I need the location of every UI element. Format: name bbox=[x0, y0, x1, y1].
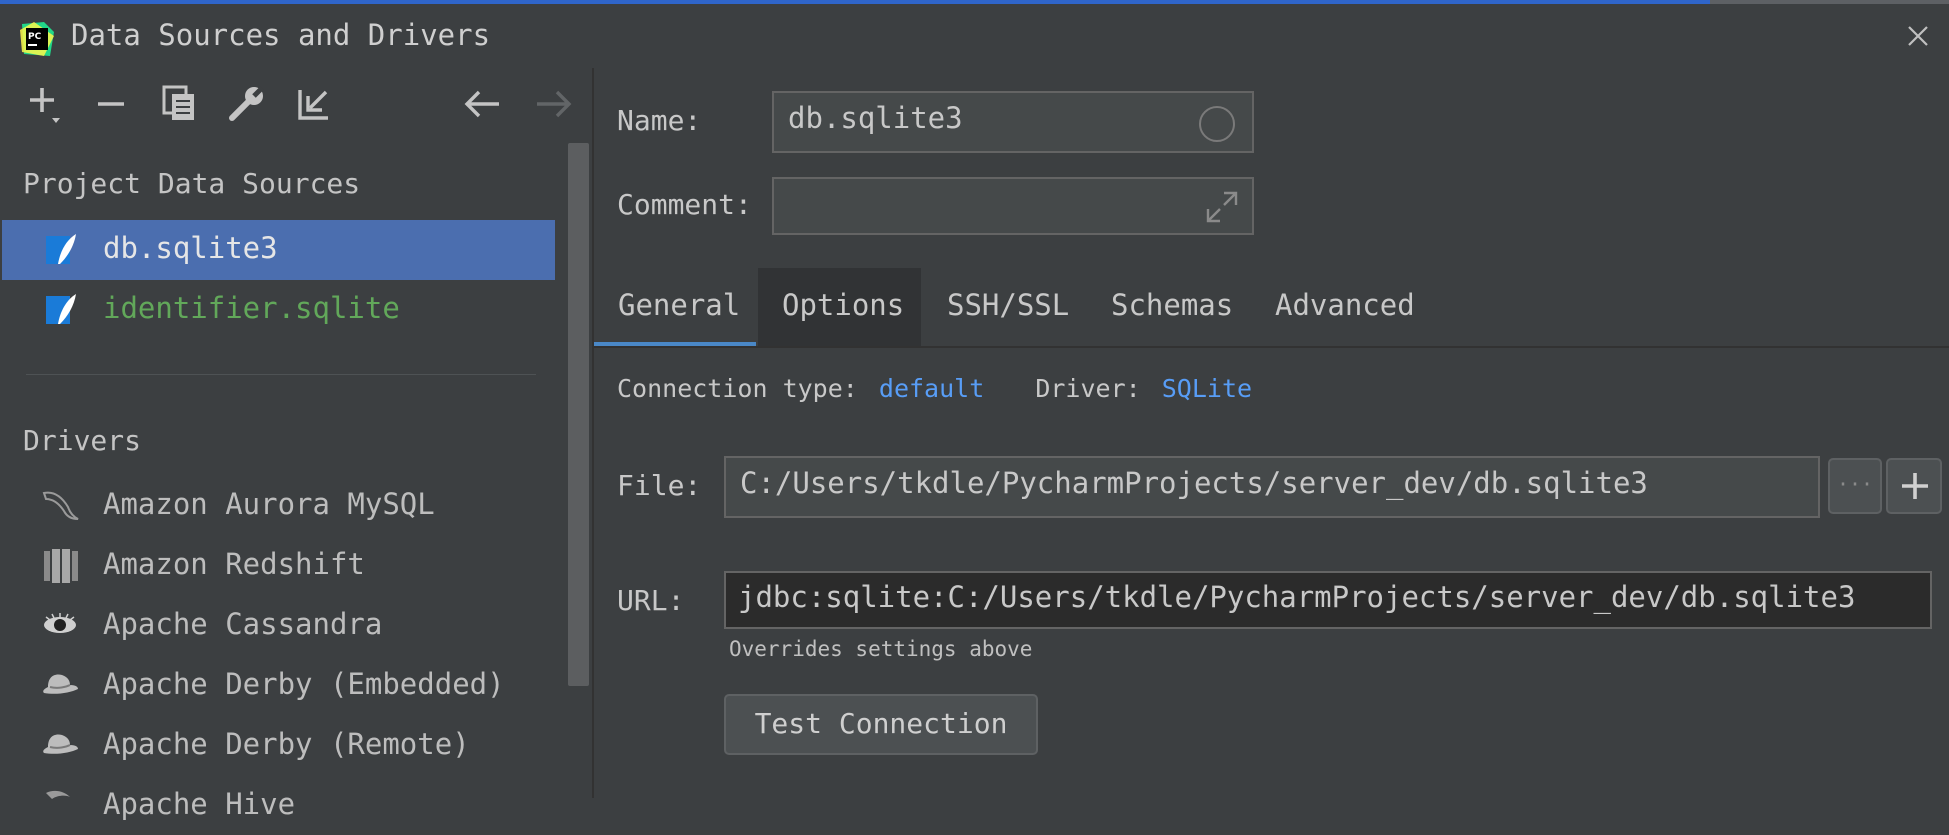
tab-options-label: Options bbox=[782, 288, 905, 322]
import-icon[interactable] bbox=[296, 84, 336, 124]
browse-button[interactable]: ··· bbox=[1828, 458, 1882, 514]
driver-label: Apache Cassandra bbox=[103, 607, 383, 641]
driver-item-amazon-aurora-mysql[interactable]: Amazon Aurora MySQL bbox=[0, 477, 555, 535]
remove-icon[interactable] bbox=[94, 84, 134, 124]
add-icon[interactable] bbox=[26, 84, 66, 124]
forward-arrow-icon[interactable] bbox=[533, 84, 573, 124]
tab-advanced[interactable]: Advanced bbox=[1250, 268, 1420, 348]
data-source-label: identifier.sqlite bbox=[103, 291, 400, 325]
pycharm-logo-icon: PC bbox=[20, 22, 54, 56]
url-input[interactable]: jdbc:sqlite:C:/Users/tkdle/PycharmProjec… bbox=[724, 571, 1932, 629]
driver-item-apache-cassandra[interactable]: Apache Cassandra bbox=[0, 597, 555, 655]
wrench-icon[interactable] bbox=[228, 84, 268, 124]
name-input[interactable]: db.sqlite3 bbox=[772, 91, 1254, 153]
name-label: Name: bbox=[617, 104, 702, 137]
tab-ssh-ssl-label: SSH/SSL bbox=[947, 288, 1070, 322]
data-source-label: db.sqlite3 bbox=[103, 231, 278, 265]
window-title: Data Sources and Drivers bbox=[71, 18, 491, 52]
file-label: File: bbox=[617, 469, 702, 502]
driver-link[interactable]: SQLite bbox=[1162, 374, 1252, 403]
drivers-title: Drivers bbox=[23, 424, 142, 457]
url-label: URL: bbox=[617, 584, 685, 617]
tab-ssh-ssl[interactable]: SSH/SSL bbox=[921, 268, 1071, 348]
plus-icon bbox=[1902, 473, 1928, 499]
url-override-note: Overrides settings above bbox=[729, 637, 1033, 661]
driver-item-amazon-redshift[interactable]: Amazon Redshift bbox=[0, 537, 555, 595]
driver-label: Apache Hive bbox=[103, 787, 296, 821]
back-arrow-icon[interactable] bbox=[463, 84, 503, 124]
tabs-bottom-border bbox=[592, 346, 1949, 348]
expand-icon[interactable] bbox=[1204, 189, 1240, 225]
tab-schemas[interactable]: Schemas bbox=[1085, 268, 1235, 348]
hat-icon bbox=[40, 667, 80, 703]
sidebar-scrollbar-thumb[interactable] bbox=[568, 143, 589, 686]
comment-label: Comment: bbox=[617, 188, 752, 221]
connection-type-row: Connection type: default Driver: SQLite bbox=[617, 374, 1252, 403]
file-input-value: C:/Users/tkdle/PycharmProjects/server_de… bbox=[740, 466, 1648, 500]
driver-label: Apache Derby (Remote) bbox=[103, 727, 470, 761]
file-input[interactable]: C:/Users/tkdle/PycharmProjects/server_de… bbox=[724, 456, 1820, 518]
clear-circle-icon[interactable] bbox=[1198, 105, 1236, 143]
tab-advanced-label: Advanced bbox=[1275, 288, 1415, 322]
svg-text:PC: PC bbox=[28, 32, 42, 42]
driver-label: Amazon Redshift bbox=[103, 547, 365, 581]
redshift-icon bbox=[40, 547, 80, 583]
driver-label-text: Driver: bbox=[1035, 374, 1141, 403]
tab-schemas-label: Schemas bbox=[1111, 288, 1234, 322]
connection-type-label: Connection type: bbox=[617, 374, 858, 403]
duplicate-icon[interactable] bbox=[161, 84, 201, 124]
title-bar: PC Data Sources and Drivers bbox=[0, 4, 1949, 68]
dolphin-icon bbox=[40, 487, 80, 523]
close-icon[interactable] bbox=[1900, 18, 1936, 54]
driver-item-apache-hive[interactable]: Apache Hive bbox=[0, 777, 555, 835]
driver-label: Amazon Aurora MySQL bbox=[103, 487, 435, 521]
data-source-item-identifier-sqlite[interactable]: identifier.sqlite bbox=[2, 280, 555, 340]
hat-icon bbox=[40, 727, 80, 763]
comment-input[interactable] bbox=[772, 177, 1254, 235]
tab-general[interactable]: General bbox=[594, 268, 756, 348]
connection-type-link[interactable]: default bbox=[879, 374, 984, 403]
project-data-sources-title: Project Data Sources bbox=[23, 167, 361, 200]
sqlite-icon bbox=[44, 232, 78, 268]
hive-icon bbox=[40, 787, 80, 823]
name-input-value: db.sqlite3 bbox=[788, 101, 963, 135]
driver-item-apache-derby-remote[interactable]: Apache Derby (Remote) bbox=[0, 717, 555, 775]
add-file-button[interactable] bbox=[1886, 458, 1942, 514]
test-connection-button[interactable]: Test Connection bbox=[724, 694, 1038, 755]
tab-general-label: General bbox=[618, 288, 741, 322]
driver-label: Apache Derby (Embedded) bbox=[103, 667, 505, 701]
driver-item-apache-derby-embedded[interactable]: Apache Derby (Embedded) bbox=[0, 657, 555, 715]
eye-icon bbox=[40, 607, 80, 643]
sqlite-icon bbox=[44, 292, 78, 328]
data-source-item-db-sqlite3[interactable]: db.sqlite3 bbox=[2, 220, 555, 280]
tab-options[interactable]: Options bbox=[758, 268, 921, 348]
sidebar-divider bbox=[26, 374, 536, 375]
url-input-value: jdbc:sqlite:C:/Users/tkdle/PycharmProjec… bbox=[738, 580, 1856, 614]
